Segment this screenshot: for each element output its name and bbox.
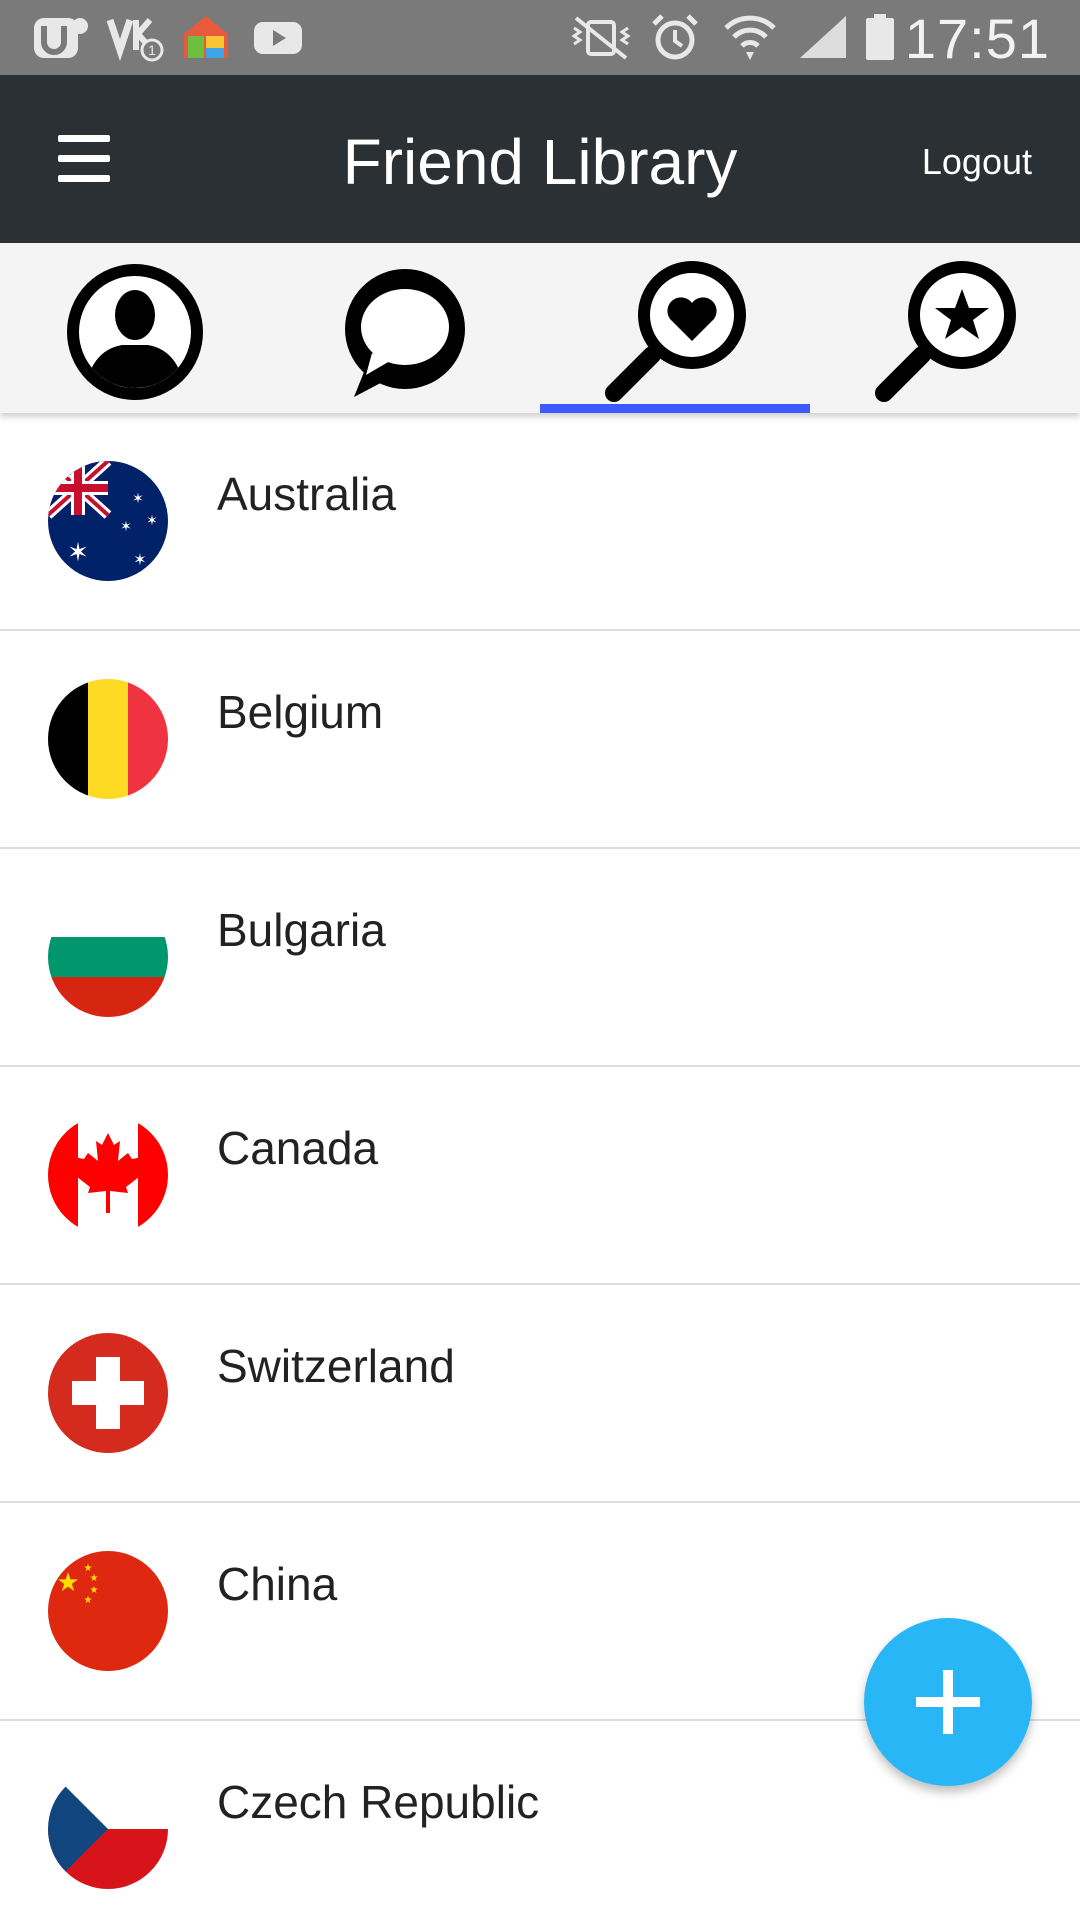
china-flag-icon: ★ ★ ★ ★ ★ <box>48 1551 168 1671</box>
svg-text:✶: ✶ <box>132 491 144 507</box>
app-bar: Friend Library Logout <box>0 75 1080 243</box>
plus-icon <box>916 1670 980 1734</box>
logout-button[interactable]: Logout <box>922 141 1032 183</box>
u-app-icon <box>34 18 88 58</box>
tab-starred-search[interactable] <box>810 243 1080 413</box>
svg-text:★: ★ <box>90 1573 99 1584</box>
youtube-icon <box>254 22 302 54</box>
list-item-canada[interactable]: Canada <box>0 1067 1080 1285</box>
selected-tab-indicator <box>540 404 810 413</box>
tab-favorites-search[interactable] <box>540 243 810 413</box>
country-name: Belgium <box>217 686 384 738</box>
svg-text:✶: ✶ <box>67 538 89 568</box>
list-item-switzerland[interactable]: Switzerland <box>0 1285 1080 1503</box>
country-name: China <box>217 1558 338 1610</box>
belgium-flag-icon <box>48 679 168 799</box>
list-item-belgium[interactable]: Belgium <box>0 631 1080 849</box>
vibrate-mute-icon <box>571 16 631 60</box>
svg-text:★: ★ <box>56 1568 79 1598</box>
australia-flag-icon: ✶ ✶ ✶ ✶ ✶ <box>48 461 168 581</box>
bulgaria-flag-icon <box>48 897 168 1017</box>
vk-notification-icon: 1 <box>106 18 164 62</box>
tab-chat[interactable] <box>270 243 540 413</box>
wifi-icon <box>724 15 776 60</box>
country-name: Switzerland <box>217 1340 455 1392</box>
battery-icon <box>866 14 894 60</box>
tab-bar <box>0 243 1080 413</box>
search-star-icon <box>875 261 1016 402</box>
svg-text:1: 1 <box>148 42 156 58</box>
list-item-australia[interactable]: ✶ ✶ ✶ ✶ ✶ Australia <box>0 413 1080 631</box>
tab-profile[interactable] <box>0 243 270 413</box>
list-item-bulgaria[interactable]: Bulgaria <box>0 849 1080 1067</box>
country-name: Canada <box>217 1122 379 1174</box>
home-app-icon <box>184 16 228 58</box>
page-title: Friend Library <box>342 126 738 198</box>
switzerland-flag-icon <box>48 1333 168 1453</box>
chat-icon <box>345 269 465 397</box>
svg-text:★: ★ <box>84 1595 93 1606</box>
signal-icon <box>800 16 846 58</box>
search-heart-icon <box>605 261 746 402</box>
add-button[interactable] <box>864 1618 1032 1786</box>
svg-text:✶: ✶ <box>146 513 158 529</box>
status-bar: 1 17:51 <box>0 0 1080 75</box>
country-name: Australia <box>217 468 396 520</box>
svg-text:✶: ✶ <box>120 519 132 535</box>
svg-text:✶: ✶ <box>133 550 146 569</box>
profile-icon <box>67 264 203 400</box>
alarm-icon <box>652 14 698 60</box>
status-time: 17:51 <box>904 7 1050 70</box>
czech-flag-icon <box>48 1769 168 1889</box>
country-name: Czech Republic <box>217 1776 540 1828</box>
canada-flag-icon <box>48 1115 168 1235</box>
country-name: Bulgaria <box>217 904 386 956</box>
